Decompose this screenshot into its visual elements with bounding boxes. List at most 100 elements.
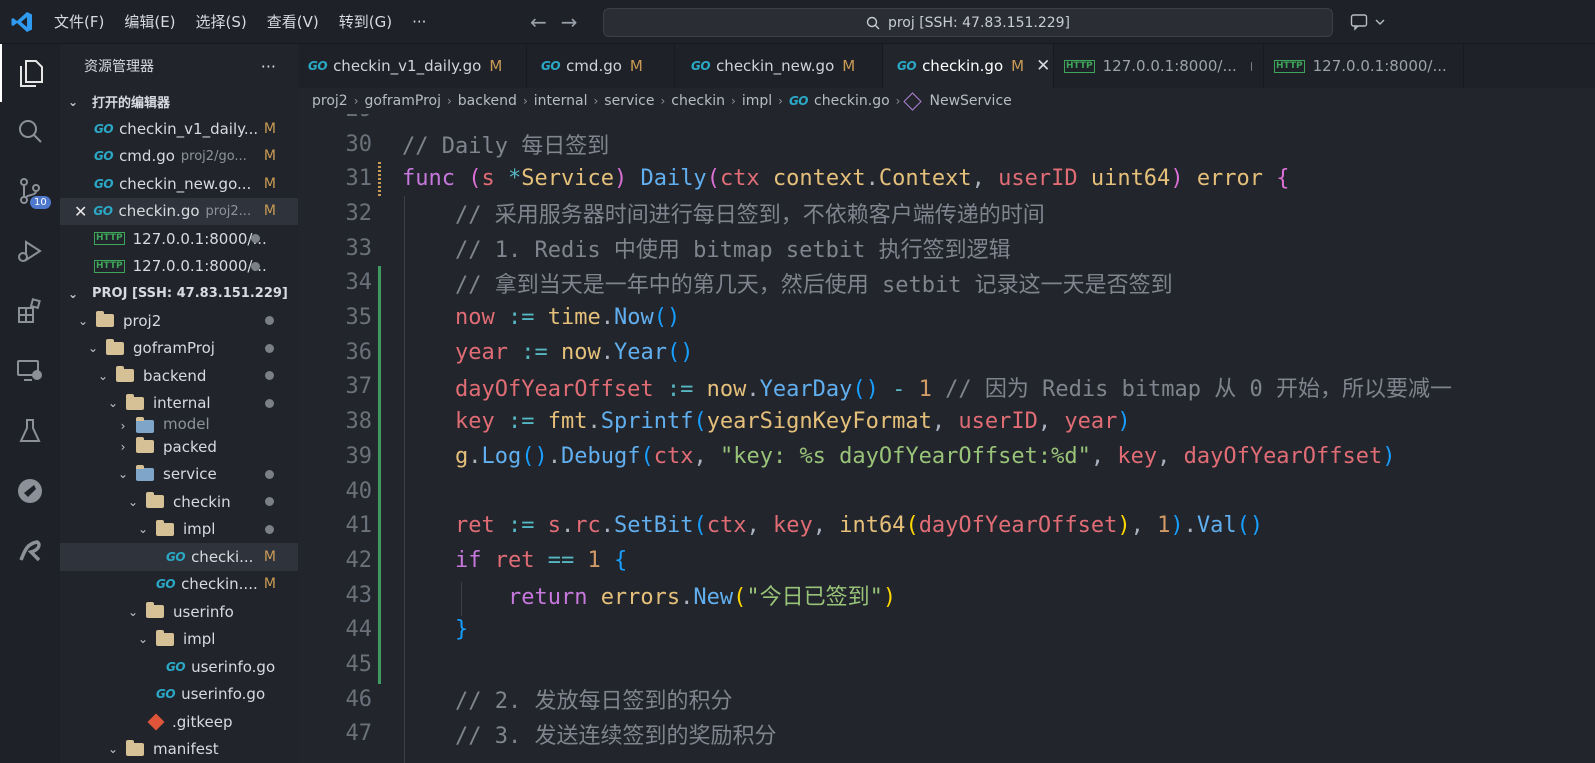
extensions-icon[interactable] [0, 282, 60, 340]
tab-http-2[interactable]: HTTP 127.0.0.1:8000/... [1264, 44, 1464, 88]
tree-folder[interactable]: ⌄ service [60, 461, 298, 489]
menu-go[interactable]: 转到(G) [329, 0, 402, 44]
code-token: := [666, 376, 707, 402]
back-arrow-icon[interactable]: ← [530, 10, 547, 34]
tree-file-selected[interactable]: GO checki... M [60, 543, 298, 571]
code-line[interactable]: 40 [298, 474, 1595, 509]
breadcrumb-item[interactable]: backend [458, 93, 517, 109]
tab-checkin[interactable]: GO checkin.go M ✕ [883, 44, 1054, 88]
tab-http-1[interactable]: HTTP 127.0.0.1:8000/... [1054, 44, 1264, 88]
tab-cmd[interactable]: GO cmd.go M [527, 44, 675, 88]
code-line[interactable]: 41 ret := s.rc.SetBit(ctx, key, int64(da… [298, 508, 1595, 543]
remote-explorer-icon[interactable] [0, 342, 60, 400]
close-icon[interactable]: ✕ [74, 202, 87, 221]
code-line[interactable]: 37 dayOfYearOffset := now.YearDay() - 1 … [298, 370, 1595, 405]
breadcrumb-item[interactable]: internal [534, 93, 588, 109]
tree-folder[interactable]: ⌄ goframProj [60, 335, 298, 363]
tree-folder[interactable]: › model [60, 417, 298, 433]
menu-selection[interactable]: 选择(S) [186, 0, 257, 44]
code-line[interactable]: 45 [298, 647, 1595, 682]
code-line[interactable]: 44 } [298, 613, 1595, 648]
tree-folder[interactable]: ⌄ internal [60, 390, 298, 418]
code-line[interactable]: 36 year := now.Year() [298, 335, 1595, 370]
tree-folder[interactable]: ⌄ impl [60, 516, 298, 544]
code-token: , [746, 513, 773, 539]
open-editor-item[interactable]: GO cmd.go proj2/go... M [60, 143, 298, 171]
close-tab-icon[interactable]: ✕ [1036, 56, 1050, 76]
open-editors-header[interactable]: ⌄ 打开的编辑器 [60, 88, 298, 115]
code-token: , [971, 166, 999, 192]
code-line[interactable]: 31 func (s *Service) Daily(ctx context.Co… [298, 161, 1595, 196]
menu-file[interactable]: 文件(F) [44, 0, 114, 44]
chevron-down-icon: ⌄ [137, 522, 149, 537]
open-editor-item-active[interactable]: ✕ GO checkin.go proj2... M [60, 197, 298, 225]
open-editor-item[interactable]: HTTP 127.0.0.1:8000/... [60, 225, 298, 253]
open-editor-name: 127.0.0.1:8000/... [132, 257, 267, 276]
breadcrumb-item[interactable]: impl [742, 93, 772, 109]
code-line[interactable]: 32 // 采用服务器时间进行每日签到，不依赖客户端传递的时间 [298, 196, 1595, 231]
chevron-down-icon[interactable] [1374, 16, 1386, 28]
line-number: 34 [345, 270, 373, 296]
breadcrumb-item[interactable]: service [604, 93, 654, 109]
code-line[interactable]: 30 // Daily 每日签到 [298, 127, 1595, 162]
code-token: rc [574, 513, 601, 539]
tab-checkin-v1-daily[interactable]: GO checkin_v1_daily.go M [298, 44, 527, 88]
modified-indicator: M [1011, 57, 1025, 75]
code-line[interactable]: 35 now := time.Now() [298, 300, 1595, 335]
breadcrumb-item[interactable]: NewService [929, 93, 1011, 109]
tree-folder[interactable]: ⌄ checkin [60, 488, 298, 516]
breadcrumb-item[interactable]: checkin.go [814, 93, 890, 109]
testing-icon[interactable] [0, 402, 60, 460]
code-line[interactable]: 42 if ret == 1 { [298, 543, 1595, 578]
command-center[interactable]: proj [SSH: 47.83.151.229] [603, 8, 1333, 37]
code-line[interactable]: 43 return errors.New("今日已签到") [298, 578, 1595, 613]
code-line[interactable]: 34 // 拿到当天是一年中的第几天，然后使用 setbit 记录这一天是否签到 [298, 266, 1595, 301]
menu-more[interactable]: ··· [402, 0, 436, 44]
code-line[interactable]: 38 key := fmt.Sprintf(yearSignKeyFormat,… [298, 404, 1595, 439]
menu-view[interactable]: 查看(V) [257, 0, 329, 44]
open-editor-item[interactable]: GO checkin_new.go... M [60, 170, 298, 198]
code-line[interactable]: 33 // 1. Redis 中使用 bitmap setbit 执行签到逻辑 [298, 231, 1595, 266]
code-token: errors [600, 585, 681, 611]
chat-icon[interactable] [1350, 13, 1370, 31]
code-line[interactable]: 39 g.Log().Debugf(ctx, "key: %s dayOfYea… [298, 439, 1595, 474]
code-token: Daily [640, 166, 707, 192]
tree-file[interactable]: GO userinfo.go [60, 681, 298, 709]
search-sidebar-icon[interactable] [0, 102, 60, 160]
tree-folder[interactable]: ⌄ proj2 [60, 307, 298, 335]
breadcrumb-item[interactable]: checkin [671, 93, 725, 109]
open-editor-item[interactable]: HTTP 127.0.0.1:8000/... [60, 253, 298, 281]
tree-folder[interactable]: ⌄ manifest [60, 736, 298, 763]
explorer-icon[interactable] [0, 44, 60, 102]
tree-file[interactable]: GO checkin.... M [60, 571, 298, 599]
code-token: return [507, 585, 601, 611]
tree-folder[interactable]: ⌄ impl [60, 626, 298, 654]
source-control-icon[interactable]: 10 [0, 162, 60, 220]
more-actions-icon[interactable]: ··· [261, 57, 276, 76]
tree-file[interactable]: .gitkeep [60, 708, 298, 736]
modified-indicator: M [263, 203, 276, 220]
code-token: Service [521, 166, 614, 192]
run-debug-icon[interactable] [0, 222, 60, 280]
tab-checkin-new[interactable]: GO checkin_new.go M [675, 44, 883, 88]
code-line[interactable]: 46 // 2. 发放每日签到的积分 [298, 682, 1595, 717]
tree-file[interactable]: GO userinfo.go [60, 653, 298, 681]
extension-circle-icon[interactable] [0, 462, 60, 520]
breadcrumb-item[interactable]: proj2 [312, 93, 348, 109]
code-editor[interactable]: 2930// Daily 每日签到31func (s *Service) Dai… [298, 114, 1595, 763]
code-line[interactable]: 47 // 3. 发送连续签到的奖励积分 [298, 717, 1595, 752]
extension-r-icon[interactable] [0, 522, 60, 580]
code-line[interactable]: 29 [298, 114, 1595, 127]
tree-folder[interactable]: › packed [60, 433, 298, 461]
code-token: // 3. 发送连续签到的奖励积分 [454, 723, 777, 749]
menu-edit[interactable]: 编辑(E) [114, 0, 185, 44]
project-header[interactable]: ⌄ PROJ [SSH: 47.83.151.229] [60, 280, 298, 307]
tree-folder[interactable]: ⌄ userinfo [60, 598, 298, 626]
breadcrumb-item[interactable]: goframProj [365, 93, 441, 109]
tree-folder[interactable]: ⌄ backend [60, 362, 298, 390]
code-text: g.Log().Debugf(ctx, "key: %s dayOfYearOf… [402, 444, 1396, 469]
forward-arrow-icon[interactable]: → [561, 10, 578, 34]
go-file-icon: GO [308, 59, 328, 73]
open-editor-item[interactable]: GO checkin_v1_daily... M [60, 115, 298, 143]
